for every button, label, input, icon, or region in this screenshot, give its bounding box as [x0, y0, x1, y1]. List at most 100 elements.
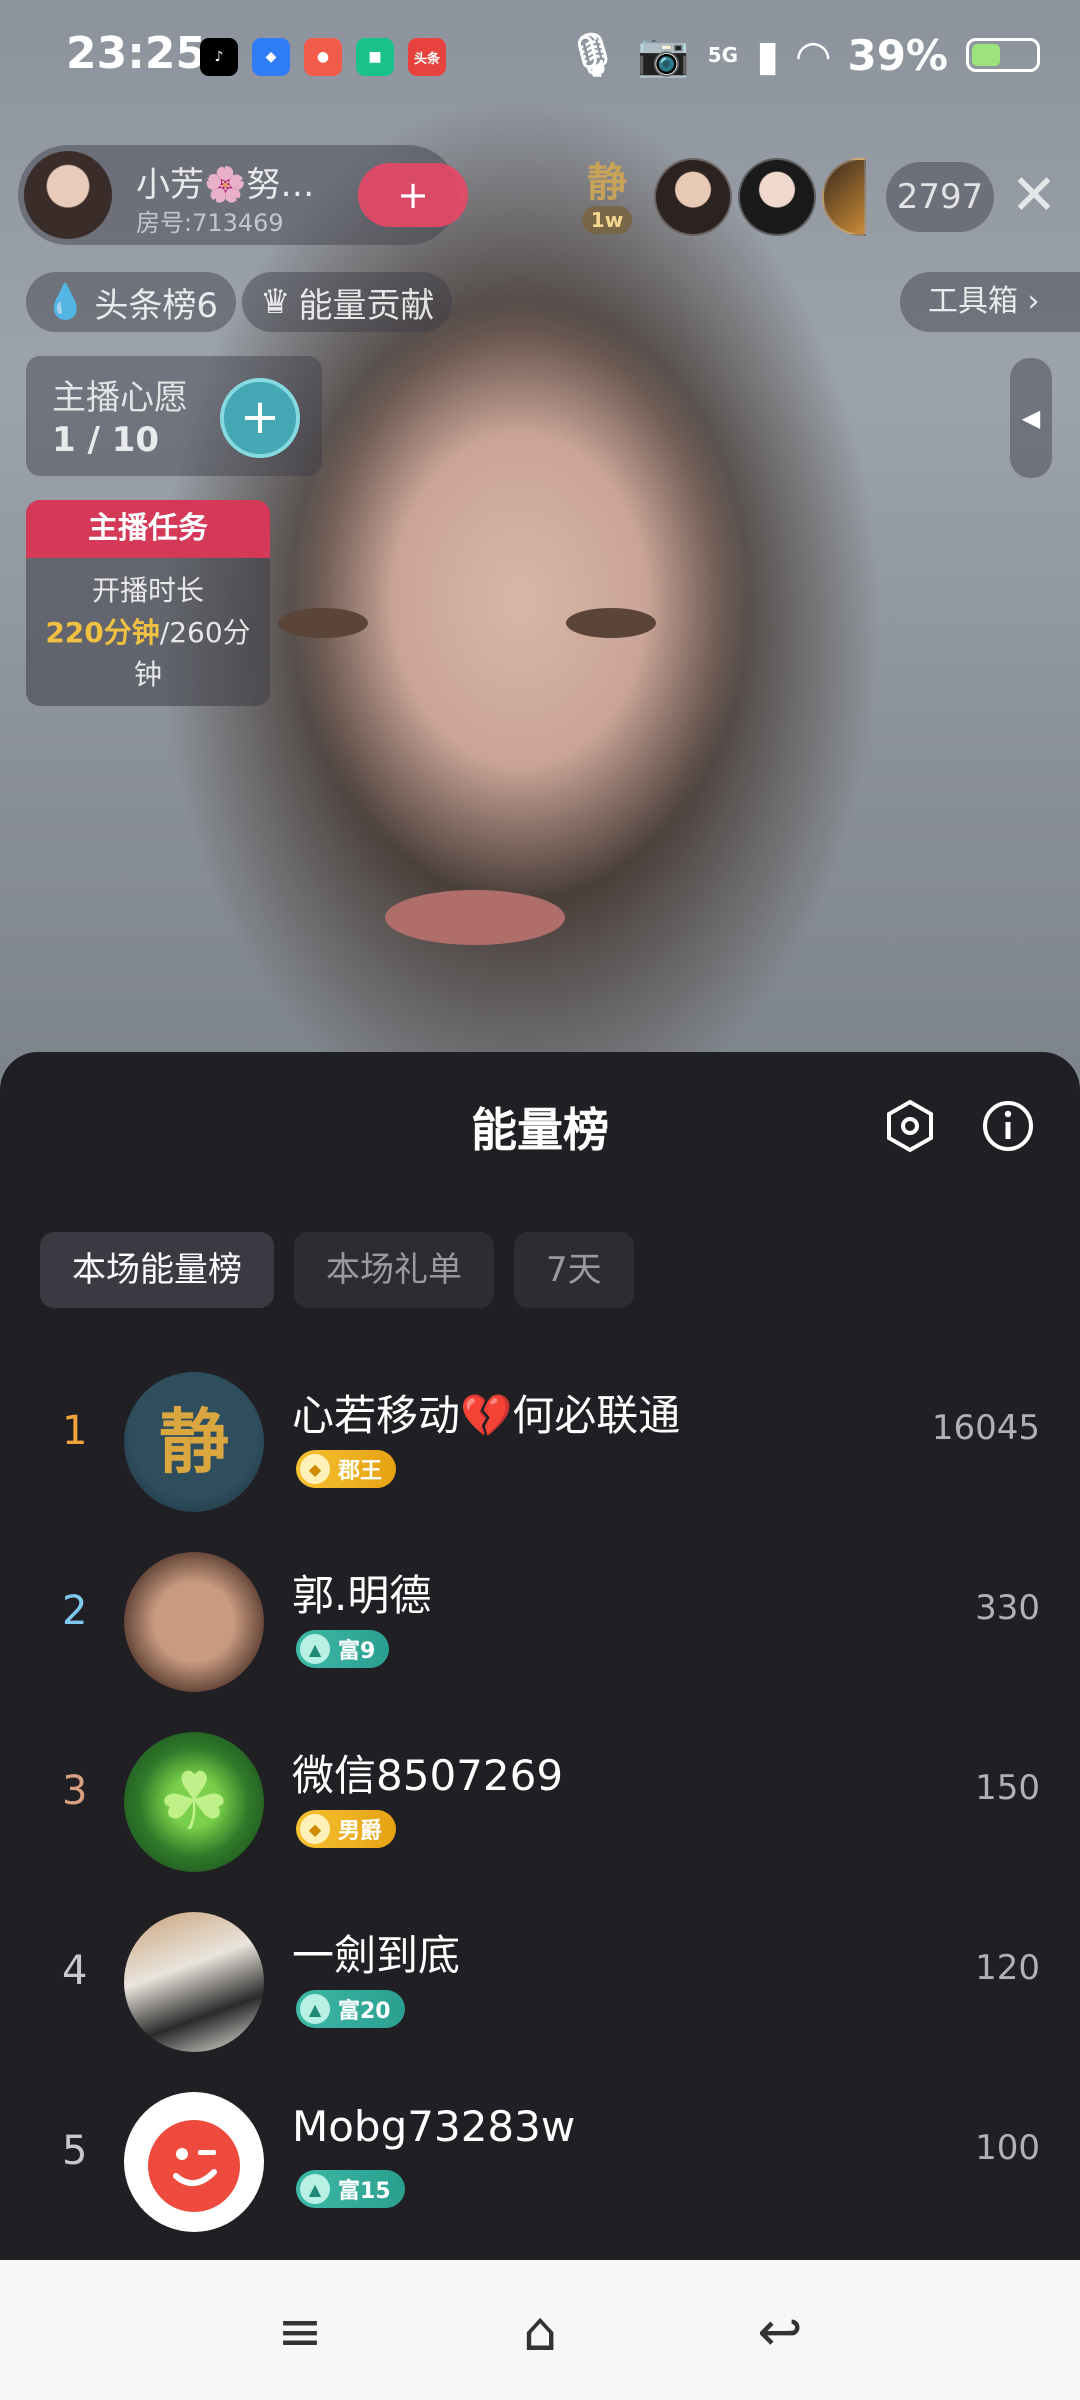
system-nav-bar: ≡ ⌂ ↩ — [0, 2260, 1080, 2400]
user-avatar[interactable] — [124, 1552, 264, 1692]
toolbox-button[interactable]: 工具箱 › — [900, 272, 1080, 332]
close-icon[interactable]: ✕ — [1006, 168, 1062, 224]
status-bar: 23:25 ♪ ◆ ● ■ 头条 🎙 📷 5G ▮ ◠ 39% — [0, 0, 1080, 110]
energy-score: 16045 — [931, 1408, 1040, 1448]
headline-rank-label: 头条榜6 — [94, 285, 218, 326]
user-level-badge: ▲ 富9 — [296, 1630, 390, 1668]
triangle-icon: ▲ — [300, 2174, 330, 2204]
crown-icon: ♛ — [260, 282, 291, 322]
tab-7-days[interactable]: 7天 — [514, 1232, 634, 1308]
menu-icon[interactable]: ≡ — [270, 2302, 330, 2362]
back-icon[interactable]: ↩ — [750, 2302, 810, 2362]
signal-icon: ▮ — [756, 30, 780, 80]
battery-percent: 39% — [847, 30, 948, 80]
home-icon[interactable]: ⌂ — [510, 2302, 570, 2362]
task-line: 开播时长 — [91, 574, 204, 607]
tiktok-icon: ♪ — [200, 38, 238, 76]
wish-count: 1 / 10 — [52, 420, 160, 460]
box-app-icon: ■ — [356, 38, 394, 76]
mic-icon: 🎙 — [566, 30, 620, 79]
face-lips — [385, 890, 565, 945]
user-level-badge: ◆ 男爵 — [296, 1810, 397, 1848]
viewer-count[interactable]: 2797 — [886, 162, 994, 232]
follow-heart-button[interactable]: + — [358, 163, 468, 227]
face-left-eye — [278, 608, 368, 638]
host-avatar[interactable] — [24, 151, 112, 239]
face-right-eye — [566, 608, 656, 638]
task-progress-line: 220分钟/260分钟 — [40, 612, 256, 696]
leaderboard-row[interactable]: 3 ☘ 微信8507269 ◆ 男爵 150 — [0, 1712, 1080, 1892]
tab-session-energy[interactable]: 本场能量榜 — [40, 1232, 274, 1308]
rank-number: 5 — [62, 2128, 88, 2174]
info-icon[interactable] — [980, 1098, 1036, 1154]
badge-label: 富9 — [338, 1639, 376, 1664]
user-avatar[interactable]: ☘ — [124, 1732, 264, 1872]
top-fan-glyph: 静 — [587, 160, 627, 206]
energy-score: 120 — [975, 1948, 1040, 1988]
app-store-icon: ◆ — [252, 38, 290, 76]
top-fan-avatar[interactable]: 静 1w — [582, 150, 632, 240]
user-level-badge: ◆ 郡王 — [296, 1450, 397, 1488]
map-icon: ● — [304, 38, 342, 76]
rank-number: 2 — [62, 1588, 88, 1634]
viewer-avatar[interactable] — [738, 158, 816, 236]
user-avatar[interactable] — [124, 2092, 264, 2232]
leaderboard-row[interactable]: 2 郭.明德 ▲ 富9 330 — [0, 1532, 1080, 1712]
badge-label: 男爵 — [338, 1819, 383, 1844]
energy-score: 150 — [975, 1768, 1040, 1808]
user-name: 心若移动💔何必联通 — [292, 1391, 681, 1440]
badge-label: 富15 — [338, 2179, 391, 2204]
user-name: Mobg73283w — [292, 2102, 576, 2151]
viewer-avatar[interactable] — [654, 158, 732, 236]
energy-contribution-label: 能量贡献 — [298, 285, 435, 326]
leaderboard-row[interactable]: 4 一劍到底 ▲ 富20 120 — [0, 1892, 1080, 2072]
badge-label: 郡王 — [338, 1459, 383, 1484]
energy-contribution-chip[interactable]: ♛ 能量贡献 — [242, 272, 453, 332]
diamond-icon: ◆ — [300, 1454, 330, 1484]
room-id: 房号:713469 — [136, 209, 284, 237]
rank-number: 4 — [62, 1948, 88, 1994]
wish-title: 主播心愿 — [52, 378, 188, 418]
top-fan-badge: 1w — [582, 206, 632, 234]
user-avatar[interactable]: 静 — [124, 1372, 264, 1512]
side-panel-handle[interactable]: ◀ — [1010, 358, 1052, 478]
rank-number: 1 — [62, 1408, 88, 1454]
status-time: 23:25 — [66, 28, 207, 79]
triangle-icon: ▲ — [300, 1994, 330, 2024]
settings-hex-icon[interactable] — [882, 1098, 938, 1154]
network-label: 5G — [707, 43, 739, 67]
host-task-card[interactable]: 主播任务 开播时长 220分钟/260分钟 — [26, 500, 270, 706]
status-app-icons: ♪ ◆ ● ■ 头条 — [200, 38, 446, 76]
user-level-badge: ▲ 富20 — [296, 1990, 405, 2028]
camera-icon: 📷 — [637, 30, 690, 79]
task-title: 主播任务 — [26, 500, 270, 558]
task-body: 开播时长 220分钟/260分钟 — [26, 558, 270, 706]
energy-score: 100 — [975, 2128, 1040, 2168]
status-indicators: 🎙 📷 5G ▮ ◠ 39% — [566, 30, 1040, 80]
toutiao-icon: 头条 — [408, 38, 446, 76]
leaderboard-tabs: 本场能量榜 本场礼单 7天 — [40, 1232, 634, 1308]
default-avatar-icon — [148, 2120, 240, 2212]
energy-score: 330 — [975, 1588, 1040, 1628]
headline-rank-chip[interactable]: 💧 头条榜6 — [26, 272, 236, 332]
user-level-badge: ▲ 富15 — [296, 2170, 405, 2208]
triangle-icon: ▲ — [300, 1634, 330, 1664]
host-info-pill[interactable]: 小芳🌸努… 房号:713469 + — [18, 145, 468, 245]
user-name: 郭.明德 — [292, 1571, 432, 1620]
diamond-icon: ◆ — [300, 1814, 330, 1844]
host-name: 小芳🌸努… — [136, 165, 315, 205]
fire-icon: 💧 — [44, 282, 87, 322]
badge-label: 富20 — [338, 1999, 391, 2024]
tab-session-gifts[interactable]: 本场礼单 — [294, 1232, 494, 1308]
add-wish-button[interactable]: + — [220, 378, 300, 458]
task-progress: 220分钟 — [45, 616, 160, 649]
host-wish-card[interactable]: 主播心愿 1 / 10 + — [26, 356, 322, 476]
user-name: 微信8507269 — [292, 1751, 564, 1800]
battery-icon — [966, 38, 1040, 72]
user-name: 一劍到底 — [292, 1931, 461, 1980]
energy-leaderboard-sheet: 能量榜 本场能量榜 本场礼单 7天 1 静 心若移动💔何必联通 ◆ 郡王 160… — [0, 1052, 1080, 2260]
user-avatar[interactable] — [124, 1912, 264, 2052]
leaderboard-row[interactable]: 5 Mobg73283w ▲ 富15 100 — [0, 2072, 1080, 2252]
leaderboard-row[interactable]: 1 静 心若移动💔何必联通 ◆ 郡王 16045 — [0, 1352, 1080, 1532]
rank-number: 3 — [62, 1768, 88, 1814]
